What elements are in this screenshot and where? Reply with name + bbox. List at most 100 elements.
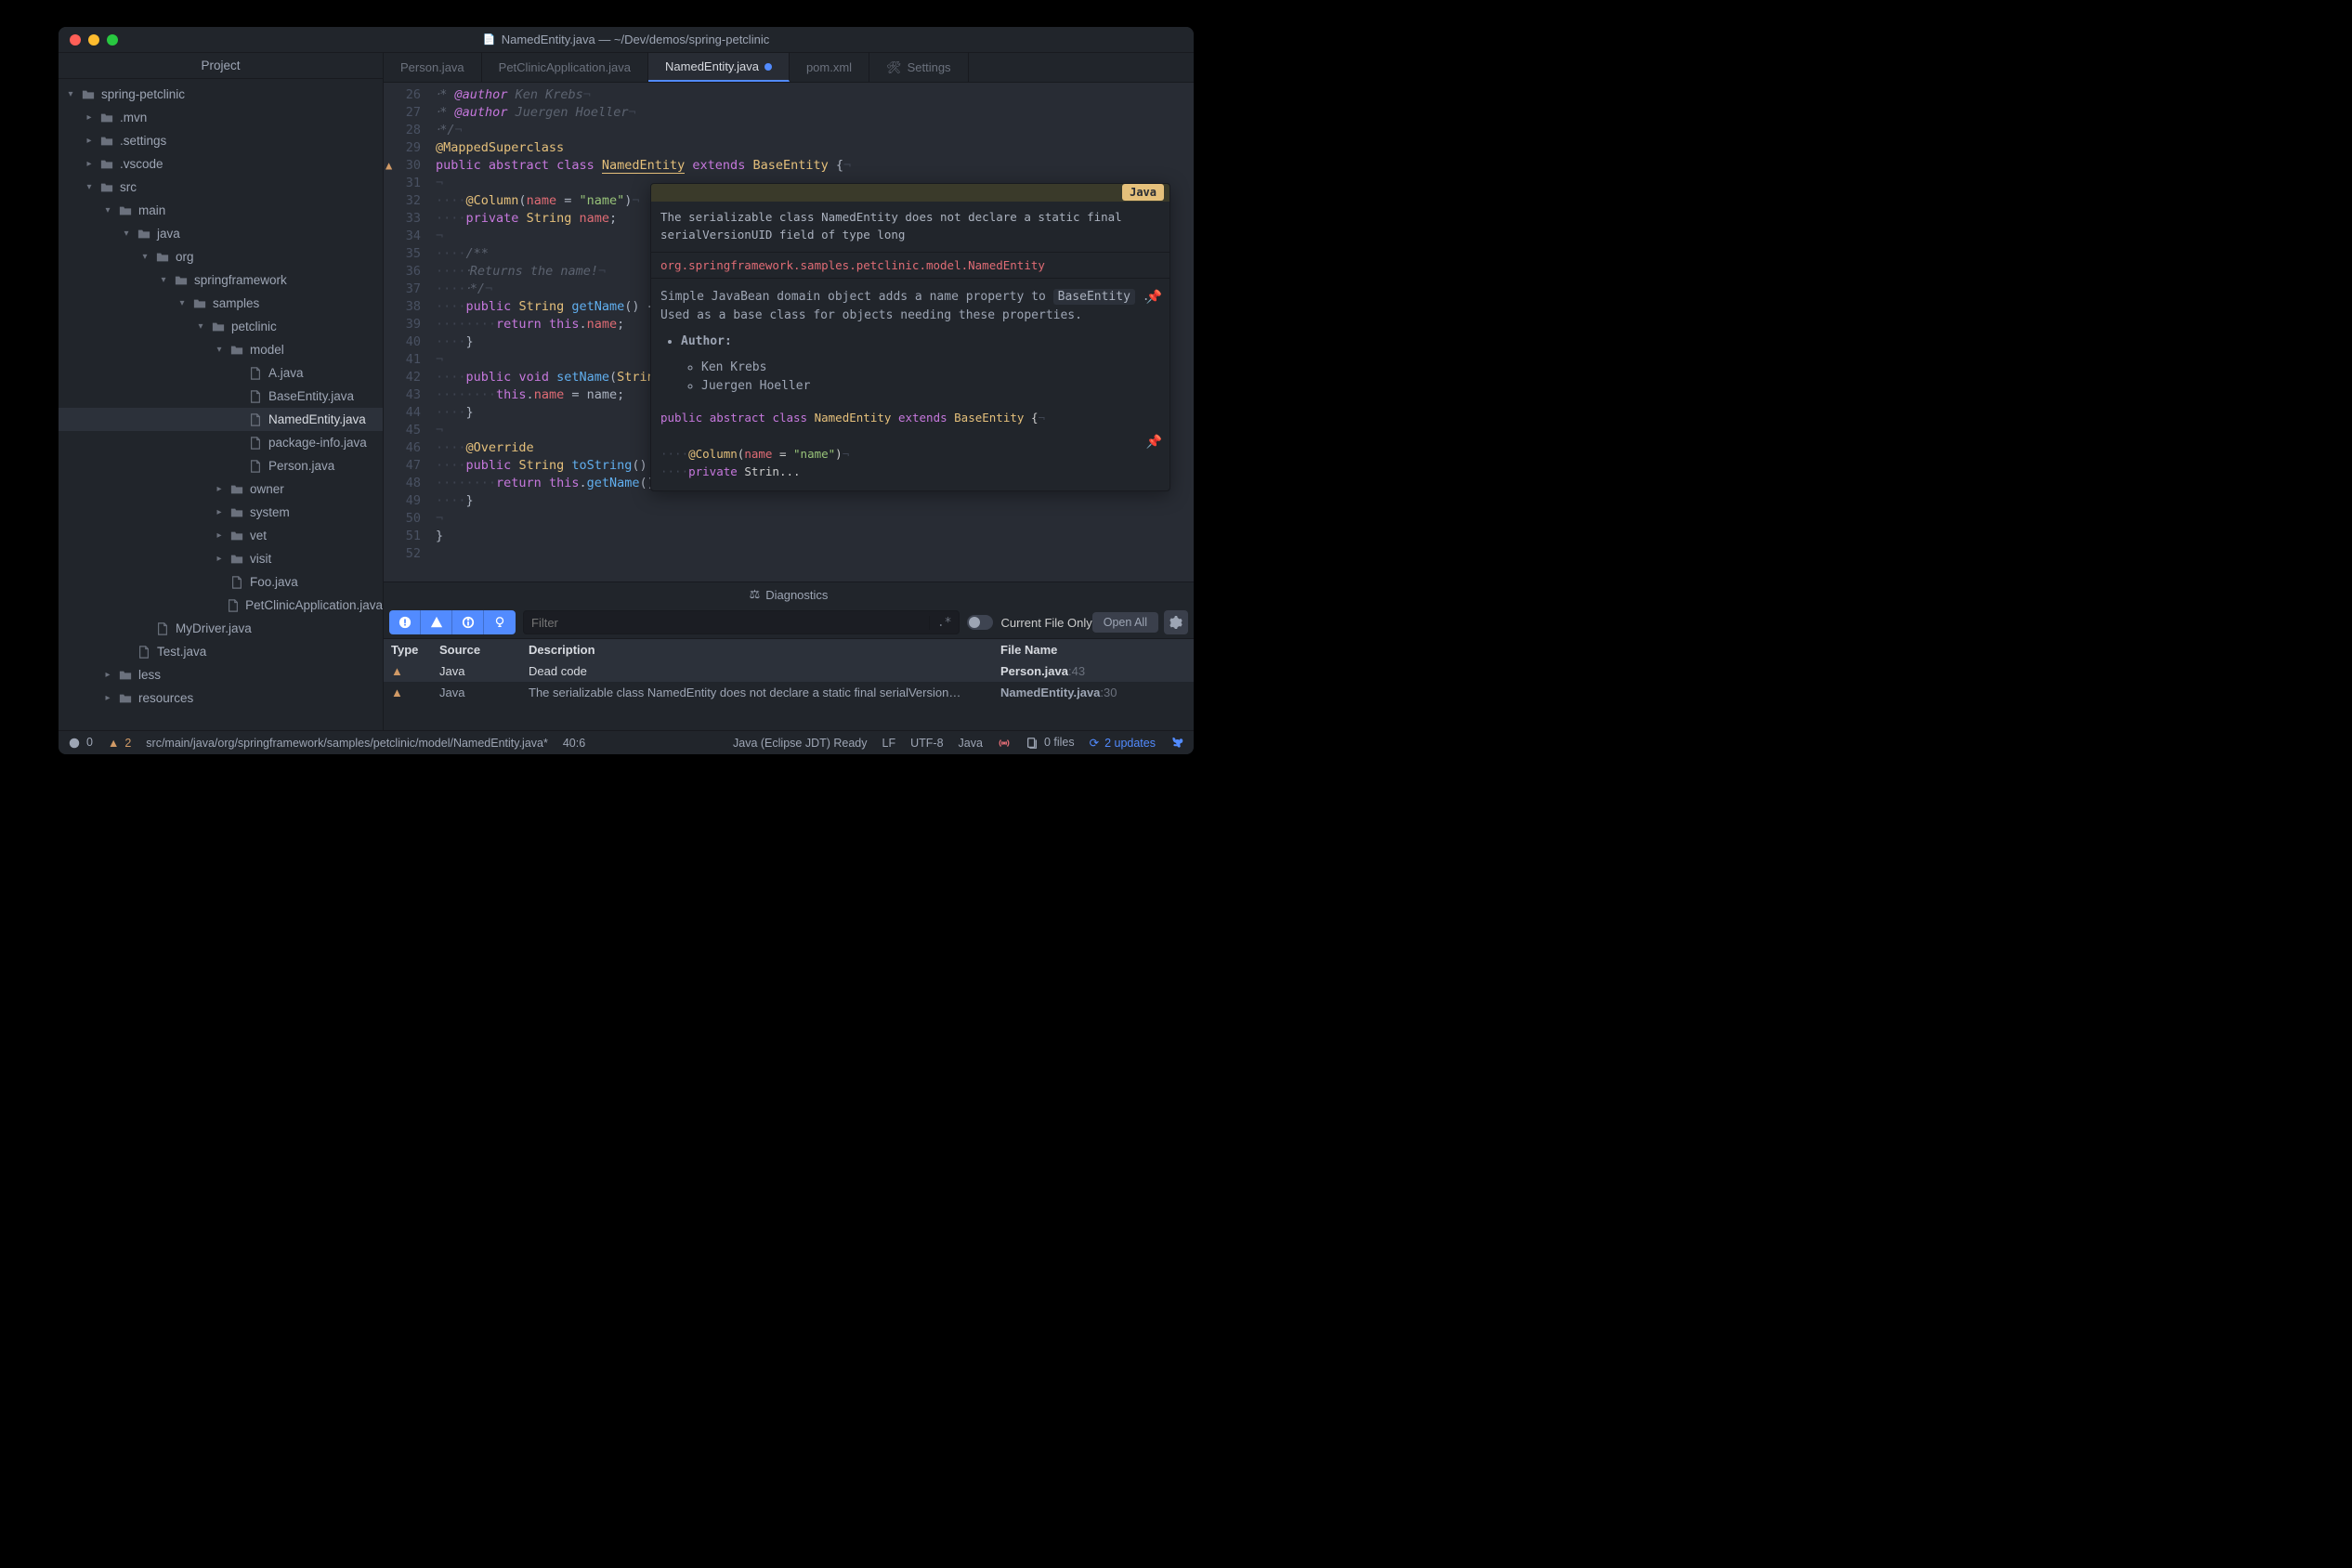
editor-tab[interactable]: 🛠Settings xyxy=(869,53,969,82)
updates-status[interactable]: ⟳ 2 updates xyxy=(1090,736,1156,750)
files-status[interactable]: 0 files xyxy=(1026,736,1075,750)
col-desc[interactable]: Description xyxy=(529,643,1000,657)
pin-icon[interactable]: 📌 xyxy=(1146,288,1162,308)
project-sidebar: Project ▾ spring-petclinic▸ .mvn▸ .setti… xyxy=(59,53,384,730)
file-icon xyxy=(248,437,263,450)
tree-item[interactable]: ▾ springframework xyxy=(59,268,383,292)
encoding-indicator[interactable]: UTF-8 xyxy=(910,737,943,750)
tree-item[interactable]: MyDriver.java xyxy=(59,617,383,640)
diagnostics-table: Type Source Description File Name ▲ Java… xyxy=(384,639,1194,730)
tree-item[interactable]: ▸ less xyxy=(59,663,383,686)
editor-tab[interactable]: Person.java xyxy=(384,53,482,82)
tree-item-label: .vscode xyxy=(120,157,163,171)
folder-icon xyxy=(99,135,114,148)
folder-icon xyxy=(155,251,170,264)
folder-icon xyxy=(99,181,114,194)
regex-toggle[interactable]: .* xyxy=(929,616,960,630)
filter-input[interactable] xyxy=(524,616,929,630)
warning-icon: ▲ xyxy=(391,686,403,699)
diagnostic-row[interactable]: ▲ Java The serializable class NamedEntit… xyxy=(384,682,1194,703)
tree-item[interactable]: Test.java xyxy=(59,640,383,663)
titlebar: 📄 NamedEntity.java — ~/Dev/demos/spring-… xyxy=(59,27,1194,53)
lsp-status[interactable]: Java (Eclipse JDT) Ready xyxy=(733,737,868,750)
tree-item[interactable]: ▾ main xyxy=(59,199,383,222)
tree-item[interactable]: ▾ petclinic xyxy=(59,315,383,338)
tree-item[interactable]: ▸ visit xyxy=(59,547,383,570)
hover-tooltip: Java The serializable class NamedEntity … xyxy=(650,183,1170,491)
tree-item[interactable]: ▸ owner xyxy=(59,477,383,501)
tree-item[interactable]: ▸ .vscode xyxy=(59,152,383,176)
caret-icon: ▸ xyxy=(85,112,94,123)
broadcast-icon[interactable] xyxy=(998,737,1011,750)
caret-icon: ▸ xyxy=(85,136,94,146)
editor-tab[interactable]: pom.xml xyxy=(790,53,869,82)
eol-indicator[interactable]: LF xyxy=(882,737,896,750)
modified-indicator xyxy=(764,63,772,71)
info-filter-button[interactable] xyxy=(452,610,484,634)
open-all-button[interactable]: Open All xyxy=(1092,612,1158,633)
tree-item[interactable]: A.java xyxy=(59,361,383,385)
tree-item[interactable]: ▾ samples xyxy=(59,292,383,315)
settings-button[interactable] xyxy=(1164,610,1188,634)
tree-item-label: PetClinicApplication.java xyxy=(245,598,383,612)
tree-item[interactable]: ▾ model xyxy=(59,338,383,361)
tree-item-label: Foo.java xyxy=(250,575,298,589)
tree-item[interactable]: ▸ .mvn xyxy=(59,106,383,129)
tree-item[interactable]: ▸ .settings xyxy=(59,129,383,152)
tree-item[interactable]: Foo.java xyxy=(59,570,383,594)
tree-item-label: owner xyxy=(250,482,284,496)
col-source[interactable]: Source xyxy=(439,643,529,657)
tree-item[interactable]: ▸ vet xyxy=(59,524,383,547)
file-path[interactable]: src/main/java/org/springframework/sample… xyxy=(146,737,548,750)
cursor-position[interactable]: 40:6 xyxy=(563,737,585,750)
code-editor[interactable]: 2627282930▲31323334353637383940414243444… xyxy=(384,83,1194,581)
tree-item[interactable]: ▾ spring-petclinic xyxy=(59,83,383,106)
error-count[interactable]: 0 xyxy=(68,736,93,750)
sidebar-title: Project xyxy=(59,53,383,79)
editor-area: Person.javaPetClinicApplication.javaName… xyxy=(384,53,1194,730)
squirrel-icon[interactable] xyxy=(1170,736,1184,750)
language-badge: Java xyxy=(1122,184,1164,201)
tree-item[interactable]: ▾ org xyxy=(59,245,383,268)
tree-item-label: model xyxy=(250,343,284,357)
folder-icon xyxy=(192,297,207,310)
hover-warning: The serializable class NamedEntity does … xyxy=(651,202,1169,253)
warning-filter-button[interactable] xyxy=(421,610,452,634)
current-file-toggle[interactable] xyxy=(967,615,993,630)
file-tree[interactable]: ▾ spring-petclinic▸ .mvn▸ .settings▸ .vs… xyxy=(59,79,383,730)
col-type[interactable]: Type xyxy=(391,643,439,657)
editor-tab[interactable]: NamedEntity.java xyxy=(648,53,790,82)
tree-item[interactable]: NamedEntity.java xyxy=(59,408,383,431)
file-icon xyxy=(248,390,263,403)
caret-icon: ▾ xyxy=(177,298,187,308)
minimize-window-button[interactable] xyxy=(88,34,99,46)
warning-icon[interactable]: ▲ xyxy=(385,157,392,175)
caret-icon: ▸ xyxy=(215,484,224,494)
tree-item[interactable]: PetClinicApplication.java xyxy=(59,594,383,617)
close-window-button[interactable] xyxy=(70,34,81,46)
line-gutter: 2627282930▲31323334353637383940414243444… xyxy=(384,83,428,581)
tree-item-label: main xyxy=(138,203,165,217)
diagnostic-row[interactable]: ▲ Java Dead code Person.java:43 xyxy=(384,660,1194,682)
maximize-window-button[interactable] xyxy=(107,34,118,46)
editor-tab[interactable]: PetClinicApplication.java xyxy=(482,53,648,82)
pin-icon[interactable]: 📌 xyxy=(1146,433,1162,453)
tree-item[interactable]: package-info.java xyxy=(59,431,383,454)
tree-item[interactable]: BaseEntity.java xyxy=(59,385,383,408)
window-controls xyxy=(59,34,118,46)
tree-item[interactable]: ▾ src xyxy=(59,176,383,199)
col-file[interactable]: File Name xyxy=(1000,643,1186,657)
caret-icon: ▸ xyxy=(215,554,224,564)
author-label: Author: xyxy=(681,334,732,348)
caret-icon: ▾ xyxy=(215,345,224,355)
tree-item-label: less xyxy=(138,668,161,682)
tree-item[interactable]: ▾ java xyxy=(59,222,383,245)
tree-item[interactable]: Person.java xyxy=(59,454,383,477)
tree-item[interactable]: ▸ resources xyxy=(59,686,383,710)
error-filter-button[interactable] xyxy=(389,610,421,634)
tree-item[interactable]: ▸ system xyxy=(59,501,383,524)
tree-item-label: vet xyxy=(250,529,267,542)
language-indicator[interactable]: Java xyxy=(959,737,983,750)
hint-filter-button[interactable] xyxy=(484,610,516,634)
warning-count[interactable]: ▲ 2 xyxy=(108,737,131,750)
